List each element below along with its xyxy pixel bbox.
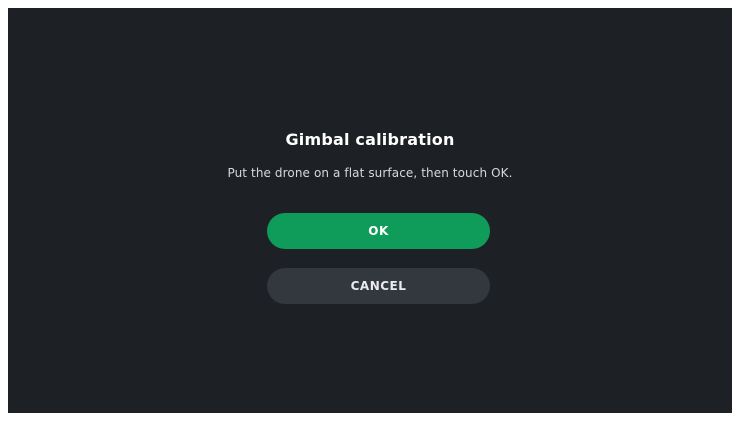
cancel-button-label: CANCEL: [350, 279, 407, 293]
cancel-button[interactable]: CANCEL: [267, 268, 490, 304]
ok-button[interactable]: OK: [267, 213, 490, 249]
dialog-message: Put the drone on a flat surface, then to…: [227, 166, 513, 180]
ok-button-label: OK: [368, 224, 389, 238]
gimbal-calibration-dialog: Gimbal calibration Put the drone on a fl…: [8, 8, 732, 413]
dialog-title: Gimbal calibration: [285, 130, 455, 149]
app-screen: Gimbal calibration Put the drone on a fl…: [8, 8, 732, 413]
